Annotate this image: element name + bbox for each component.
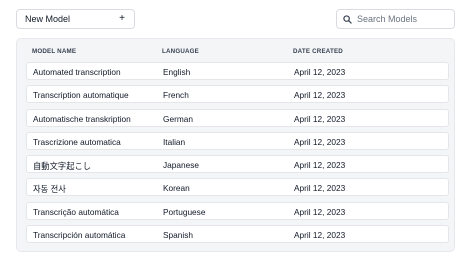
- date-created-cell: April 12, 2023: [294, 113, 346, 124]
- table-body: Automated transcription English April 12…: [26, 62, 449, 248]
- table-row[interactable]: 自動文字起こし Japanese April 12, 2023: [26, 155, 449, 174]
- language-cell: French: [163, 90, 189, 101]
- column-header-date-created[interactable]: DATE CREATED: [293, 48, 343, 55]
- language-cell: Korean: [163, 183, 190, 194]
- language-cell: German: [163, 113, 193, 124]
- new-model-button[interactable]: New Model +: [16, 9, 135, 29]
- search-icon: [343, 14, 352, 24]
- model-name-cell: Transcripción automática: [33, 230, 126, 241]
- date-created-cell: April 12, 2023: [294, 160, 346, 171]
- date-created-cell: April 12, 2023: [294, 206, 346, 217]
- models-table: MODEL NAME LANGUAGE DATE CREATED Automat…: [16, 38, 455, 252]
- language-cell: English: [163, 67, 191, 77]
- table-row[interactable]: Automatische transkription German April …: [26, 108, 449, 127]
- language-cell: Portuguese: [163, 206, 206, 217]
- new-model-label: New Model: [25, 14, 71, 24]
- model-name-cell: 자동 전사: [33, 184, 66, 195]
- language-cell: Spanish: [163, 230, 193, 241]
- table-row[interactable]: Transcrição automática Portuguese April …: [26, 201, 449, 220]
- model-name-cell: Transcription automatique: [33, 90, 129, 101]
- language-cell: Japanese: [163, 160, 199, 171]
- table-row[interactable]: Automated transcription English April 12…: [26, 62, 449, 80]
- table-row[interactable]: Transcripción automática Spanish April 1…: [26, 225, 449, 244]
- date-created-cell: April 12, 2023: [294, 90, 346, 101]
- language-cell: Italian: [163, 136, 186, 147]
- column-header-model-name[interactable]: MODEL NAME: [32, 48, 76, 55]
- model-name-cell: Trascrizione automatica: [33, 136, 121, 147]
- table-row[interactable]: Transcription automatique French April 1…: [26, 85, 449, 104]
- date-created-cell: April 12, 2023: [294, 67, 346, 77]
- date-created-cell: April 12, 2023: [294, 230, 346, 241]
- search-input[interactable]: [357, 14, 447, 24]
- table-row[interactable]: 자동 전사 Korean April 12, 2023: [26, 178, 449, 197]
- date-created-cell: April 12, 2023: [294, 136, 346, 147]
- model-name-cell: Transcrição automática: [33, 206, 119, 217]
- date-created-cell: April 12, 2023: [294, 183, 346, 194]
- plus-icon: +: [119, 13, 125, 24]
- search-box[interactable]: [336, 9, 455, 29]
- table-row[interactable]: Trascrizione automatica Italian April 12…: [26, 131, 449, 150]
- model-name-cell: 自動文字起こし: [33, 161, 92, 172]
- model-name-cell: Automatische transkription: [33, 113, 131, 124]
- column-header-language[interactable]: LANGUAGE: [162, 48, 199, 55]
- model-name-cell: Automated transcription: [33, 67, 121, 77]
